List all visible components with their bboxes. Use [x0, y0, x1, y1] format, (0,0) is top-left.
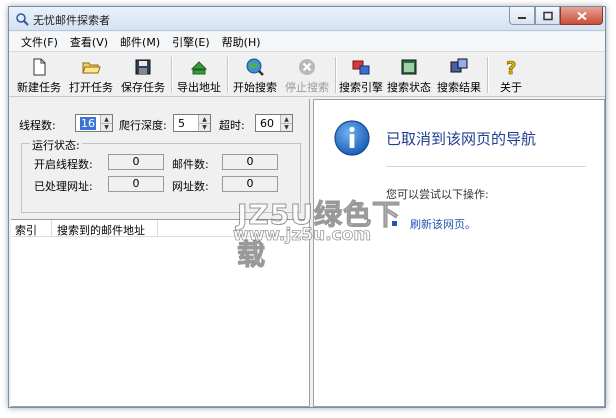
menu-help[interactable]: 帮助(H)	[216, 34, 267, 50]
settings-panel: 线程数: 16 ▲ ▼ 爬行深度: 5 ▲ ▼ 超时: 60 ▲ ▼ 运行状态: 开启…	[11, 99, 309, 215]
navigation-cancelled-title: 已取消到该网页的导航	[386, 130, 537, 148]
depth-spinner[interactable]: 5 ▲ ▼	[173, 114, 211, 132]
minimize-button[interactable]	[509, 7, 535, 25]
menu-bar: 文件(F) 查看(V) 邮件(M) 引擎(E) 帮助(H)	[9, 32, 605, 52]
search-engine-icon	[352, 60, 370, 75]
open-threads-value: 0	[108, 154, 164, 170]
results-icon	[450, 58, 468, 73]
toolbar-separator	[487, 57, 489, 93]
threads-spinner[interactable]: 16 ▲ ▼	[75, 114, 113, 132]
status-window-icon	[401, 59, 417, 75]
depth-value: 5	[178, 117, 185, 130]
spin-up-icon[interactable]: ▲	[101, 115, 112, 123]
run-status-label: 运行状态:	[30, 137, 82, 153]
toolbar-separator	[171, 57, 173, 93]
about-button[interactable]: ? 关于	[493, 55, 529, 95]
minimize-icon	[518, 16, 526, 19]
run-status-group: 运行状态: 开启线程数: 0 邮件数: 0 已处理网址: 0 网址数: 0	[21, 137, 301, 213]
spin-up-icon[interactable]: ▲	[199, 115, 210, 123]
window-title: 无忧邮件探索者	[33, 14, 110, 27]
emails-label: 邮件数:	[172, 158, 209, 171]
left-pane: 线程数: 16 ▲ ▼ 爬行深度: 5 ▲ ▼ 超时: 60 ▲ ▼ 运行状态: 开启…	[11, 99, 309, 407]
question-icon: ?	[506, 58, 517, 77]
info-icon	[334, 120, 370, 156]
urls-label: 网址数:	[172, 180, 209, 193]
stop-icon	[299, 59, 315, 75]
spin-down-icon[interactable]: ▼	[281, 123, 292, 131]
processed-urls-label: 已处理网址:	[34, 180, 93, 193]
spin-down-icon[interactable]: ▼	[199, 123, 210, 131]
close-icon	[576, 11, 587, 20]
new-task-button[interactable]: 新建任务	[15, 55, 63, 95]
globe-search-icon	[246, 58, 264, 76]
column-divider[interactable]	[51, 220, 52, 237]
emails-value: 0	[222, 154, 278, 170]
new-file-icon	[33, 58, 46, 76]
timeout-value: 60	[260, 117, 274, 130]
column-divider[interactable]	[157, 220, 158, 237]
bullet-icon	[392, 221, 397, 226]
toolbar-separator	[227, 57, 229, 93]
title-bar[interactable]: 无忧邮件探索者	[9, 7, 605, 31]
svg-text:?: ?	[506, 58, 516, 77]
app-window: 无忧邮件探索者 文件(F) 查看(V) 邮件(M) 引擎(E) 帮助(H) 新建…	[8, 6, 606, 408]
divider	[386, 166, 586, 167]
save-disk-icon	[135, 59, 151, 75]
spin-down-icon[interactable]: ▼	[101, 123, 112, 131]
threads-label: 线程数:	[19, 119, 56, 132]
toolbar: 新建任务 打开任务 保存任务 导出地址 开始搜索 停止搜索 搜索引擎 搜索状态 …	[9, 53, 605, 97]
search-results-button[interactable]: 搜索结果	[435, 55, 483, 95]
timeout-spinner[interactable]: 60 ▲ ▼	[255, 114, 293, 132]
browser-pane: 已取消到该网页的导航 您可以尝试以下操作: 刷新该网页。	[313, 99, 605, 407]
maximize-button[interactable]	[535, 7, 560, 25]
email-list-header: 索引 搜索到的邮件地址	[11, 219, 309, 237]
menu-mail[interactable]: 邮件(M)	[114, 34, 166, 50]
open-folder-icon	[82, 62, 101, 74]
open-task-button[interactable]: 打开任务	[67, 55, 115, 95]
menu-file[interactable]: 文件(F)	[15, 34, 64, 50]
export-icon	[190, 61, 208, 75]
threads-value: 16	[80, 117, 96, 130]
close-button[interactable]	[560, 7, 603, 25]
menu-view[interactable]: 查看(V)	[64, 34, 114, 50]
column-header-index[interactable]: 索引	[15, 222, 37, 238]
stop-search-button[interactable]: 停止搜索	[283, 55, 331, 95]
export-address-button[interactable]: 导出地址	[175, 55, 223, 95]
urls-value: 0	[222, 176, 278, 192]
timeout-label: 超时:	[219, 119, 245, 132]
column-header-email[interactable]: 搜索到的邮件地址	[57, 222, 145, 238]
save-task-button[interactable]: 保存任务	[119, 55, 167, 95]
search-engine-button[interactable]: 搜索引擎	[337, 55, 385, 95]
try-text: 您可以尝试以下操作:	[386, 188, 489, 201]
open-threads-label: 开启线程数:	[34, 158, 93, 171]
depth-label: 爬行深度:	[119, 119, 167, 132]
refresh-page-link[interactable]: 刷新该网页。	[410, 216, 476, 232]
maximize-icon	[542, 11, 553, 20]
search-status-button[interactable]: 搜索状态	[385, 55, 433, 95]
spin-up-icon[interactable]: ▲	[281, 115, 292, 123]
start-search-button[interactable]: 开始搜索	[231, 55, 279, 95]
email-list[interactable]	[11, 237, 309, 407]
processed-urls-value: 0	[108, 176, 164, 192]
app-magnifier-icon	[16, 13, 29, 26]
menu-engine[interactable]: 引擎(E)	[166, 34, 216, 50]
